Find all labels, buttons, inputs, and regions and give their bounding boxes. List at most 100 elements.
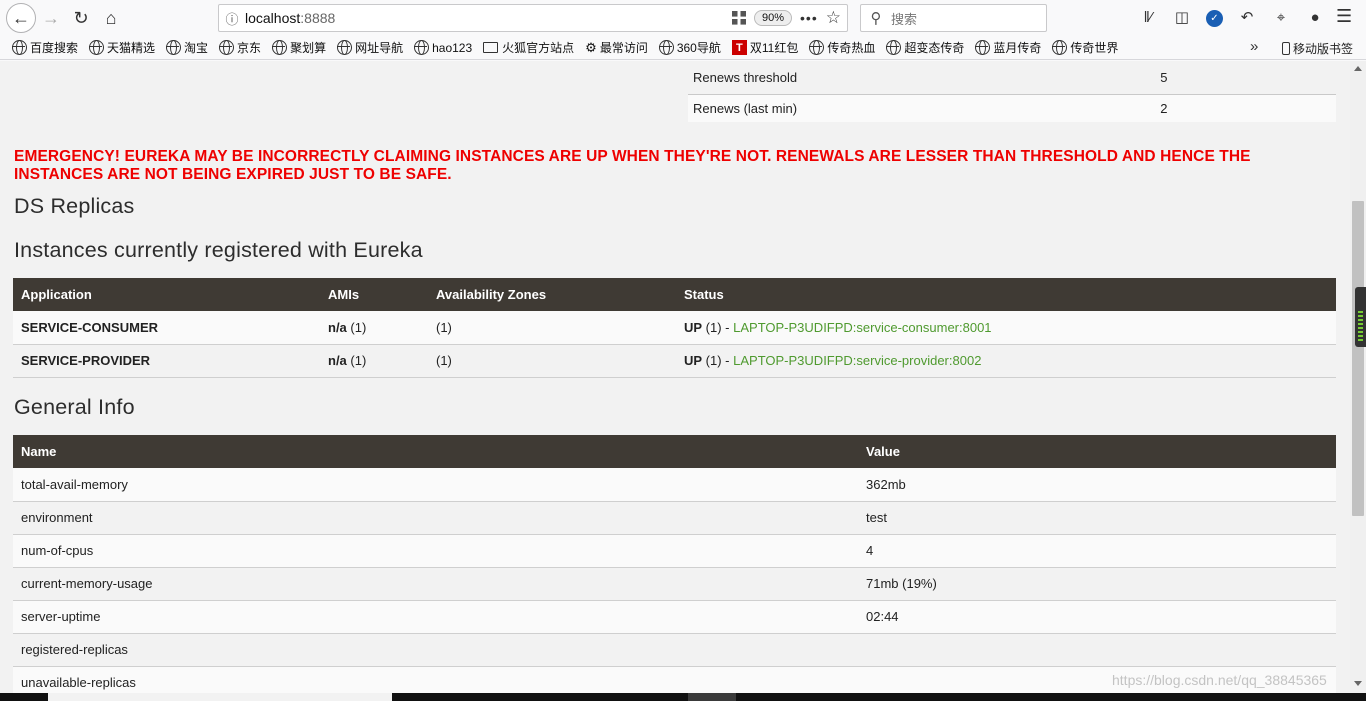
zoom-level-badge[interactable]: 90% <box>754 10 793 26</box>
globe-icon <box>1052 40 1068 55</box>
screenshot-crop-icon[interactable]: ⌖ <box>1271 6 1291 28</box>
globe-icon <box>975 40 991 55</box>
status-up: UP <box>684 353 703 368</box>
info-value: 4 <box>858 534 1336 568</box>
globe-icon <box>272 40 288 55</box>
globe-icon <box>219 40 235 55</box>
search-placeholder: 搜索 <box>891 11 918 27</box>
side-monitor-widget[interactable] <box>1355 287 1366 347</box>
bookmark-jd[interactable]: 京东 <box>219 39 261 56</box>
instance-link[interactable]: LAPTOP-P3UDIFPD:service-provider:8002 <box>733 353 981 368</box>
instances-table: Application AMIs Availability Zones Stat… <box>13 278 1336 378</box>
vpn-extension-icon[interactable]: ✓ <box>1206 9 1223 27</box>
table-row: current-memory-usage 71mb (19%) <box>13 567 1336 601</box>
table-row: server-uptime 02:44 <box>13 600 1336 634</box>
globe-icon <box>166 40 182 55</box>
info-name: current-memory-usage <box>13 567 858 601</box>
sidebar-icon[interactable]: ◫ <box>1172 6 1192 28</box>
lease-name: Renews threshold <box>688 61 863 95</box>
reload-icon[interactable]: ↻ <box>66 3 96 33</box>
col-application: Application <box>13 278 320 311</box>
info-name: unavailable-replicas <box>13 666 858 693</box>
table-row: SERVICE-PROVIDER n/a (1) (1) UP (1) - LA… <box>13 344 1336 378</box>
info-value: 02:44 <box>858 600 1336 634</box>
col-value: Value <box>858 435 1336 468</box>
forward-arrow-icon[interactable]: → <box>36 3 66 33</box>
info-name: num-of-cpus <box>13 534 858 568</box>
browser-toolbar: ← → ↻ ⌂ ⓘ localhost:8888 90% ••• ☆ ⚲ 搜索 … <box>0 0 1366 36</box>
bookmarks-overflow-chevron-icon[interactable]: » <box>1250 38 1258 55</box>
info-value: 362mb <box>858 468 1336 502</box>
table-row: registered-replicas <box>13 633 1336 667</box>
col-amis: AMIs <box>320 278 428 311</box>
bookmark-taobao[interactable]: 淘宝 <box>166 39 208 56</box>
bookmark-nav[interactable]: 网址导航 <box>337 39 403 56</box>
bookmark-tmall[interactable]: 天猫精选 <box>89 39 155 56</box>
status-up: UP <box>684 319 703 335</box>
globe-icon <box>809 40 825 55</box>
info-name: server-uptime <box>13 600 858 634</box>
amis-cell: n/a (1) <box>320 311 428 345</box>
bookmark-double11[interactable]: T 双11红包 <box>731 39 798 56</box>
folder-icon <box>483 42 499 53</box>
bookmark-chuanqi-world[interactable]: 传奇世界 <box>1052 39 1118 56</box>
watermark: https://blog.csdn.net/qq_38845365 <box>1112 672 1327 688</box>
gear-icon: ⚙ <box>585 39 597 55</box>
url-bar[interactable]: ⓘ localhost:8888 90% ••• ☆ <box>218 4 848 32</box>
os-taskbar <box>0 693 1366 701</box>
zones-cell: (1) <box>428 344 676 378</box>
vertical-scrollbar[interactable] <box>1350 61 1366 693</box>
bookmark-baidu[interactable]: 百度搜索 <box>12 39 78 56</box>
ds-replicas-heading: DS Replicas <box>14 194 135 218</box>
status-cell: UP (1) - LAPTOP-P3UDIFPD:service-provide… <box>676 344 1336 378</box>
application-name: SERVICE-CONSUMER <box>13 311 320 345</box>
bookmarks-bar: 百度搜索 天猫精选 淘宝 京东 聚划算 网址导航 hao123 火狐官方站点 ⚙… <box>0 36 1366 60</box>
bookmark-firefox-site[interactable]: 火狐官方站点 <box>483 39 574 56</box>
col-status: Status <box>676 278 1336 311</box>
qr-code-icon[interactable] <box>732 11 746 25</box>
info-name: total-avail-memory <box>13 468 858 502</box>
home-icon[interactable]: ⌂ <box>96 3 126 33</box>
col-name: Name <box>13 435 858 468</box>
url-port: :8888 <box>300 10 336 26</box>
taskbar-window[interactable] <box>48 693 392 701</box>
bookmark-chuanqi-rexue[interactable]: 传奇热血 <box>809 39 875 56</box>
instances-heading: Instances currently registered with Eure… <box>14 238 423 262</box>
back-arrow-icon[interactable]: ← <box>6 3 36 33</box>
scrollbar-thumb[interactable] <box>1352 201 1364 516</box>
phone-icon <box>1282 42 1290 55</box>
bookmark-360[interactable]: 360导航 <box>658 39 721 56</box>
scroll-up-arrow-icon[interactable] <box>1354 66 1362 71</box>
mobile-bookmarks[interactable]: 移动版书签 <box>1282 40 1353 57</box>
site-info-icon[interactable]: ⓘ <box>219 9 245 28</box>
globe-icon <box>658 40 674 55</box>
page-actions-icon[interactable]: ••• <box>800 10 818 26</box>
bookmark-chaobiantai[interactable]: 超变态传奇 <box>886 39 964 56</box>
tmall-t-icon: T <box>731 40 747 55</box>
search-icon: ⚲ <box>870 10 882 27</box>
undo-icon[interactable]: ↶ <box>1237 6 1257 28</box>
table-header-row: Name Value <box>13 435 1336 468</box>
lease-value: 5 <box>862 61 1336 95</box>
bookmark-lanyue[interactable]: 蓝月传奇 <box>975 39 1041 56</box>
lease-name: Renews (last min) <box>688 94 863 122</box>
lease-value: 2 <box>862 94 1336 122</box>
bookmark-most-visited[interactable]: ⚙ 最常访问 <box>585 39 648 56</box>
search-input[interactable]: ⚲ 搜索 <box>860 4 1047 32</box>
chat-icon[interactable]: ● <box>1305 6 1325 28</box>
status-cell: UP (1) - LAPTOP-P3UDIFPD:service-consume… <box>676 311 1336 345</box>
table-row: Renews (last min) 2 <box>688 94 1336 122</box>
scroll-down-arrow-icon[interactable] <box>1354 681 1362 686</box>
table-row: num-of-cpus 4 <box>13 534 1336 568</box>
bookmark-star-icon[interactable]: ☆ <box>826 8 841 28</box>
instance-link[interactable]: LAPTOP-P3UDIFPD:service-consumer:8001 <box>733 320 991 335</box>
globe-icon <box>337 40 353 55</box>
bookmark-hao123[interactable]: hao123 <box>414 40 472 55</box>
taskbar-window[interactable] <box>688 693 736 701</box>
info-value <box>858 633 1336 667</box>
page-content: Renews threshold 5 Renews (last min) 2 E… <box>0 61 1350 693</box>
bookmark-juhuasuan[interactable]: 聚划算 <box>272 39 326 56</box>
globe-icon <box>12 40 27 55</box>
library-icon[interactable]: ‖⁄ <box>1138 6 1158 28</box>
hamburger-menu-icon[interactable]: ☰ <box>1336 6 1352 27</box>
